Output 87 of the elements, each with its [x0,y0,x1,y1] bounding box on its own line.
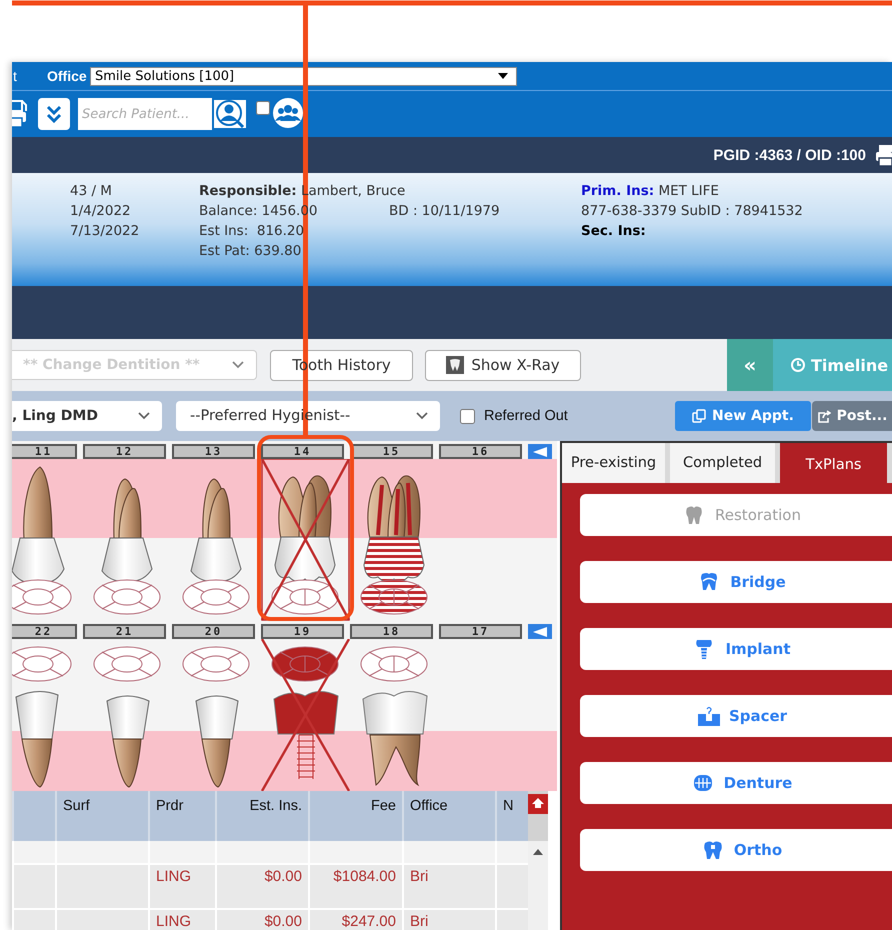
insurance-detail: 877-638-3379 SubID : 78941532 [581,202,803,221]
search-field[interactable]: Search Patient... [78,98,212,130]
table-cell: Bri [402,863,495,908]
table-cell: $1084.00 [308,863,402,908]
x-ray-icon [446,356,464,374]
table-cell: LING [148,908,215,930]
patient-detail: 1/4/2022 [70,202,131,221]
tooth-number[interactable]: 13 [172,444,255,459]
group-search-icon[interactable] [272,97,306,131]
treatment-button[interactable]: Ortho [580,829,892,871]
table-cell: $247.00 [308,908,402,930]
patient-detail: 7/13/2022 [70,222,140,241]
tooth-number[interactable]: 15 [350,444,433,459]
patient-search-button[interactable] [212,98,248,130]
tooth-drawing[interactable] [261,639,350,791]
treatment-button[interactable]: Denture [580,762,892,804]
caret-icon [498,73,508,79]
tooth-drawing[interactable] [261,459,350,621]
chevron-down-icon [232,361,244,369]
scroll-top-button[interactable] [528,794,548,814]
scrollbar[interactable] [528,841,548,930]
tooth-drawing[interactable] [182,478,250,614]
insurance-label: Prim. Ins: [581,183,654,199]
chevron-down-icon [138,412,150,420]
table-cell: $0.00 [215,863,308,908]
insurance-label: Sec. Ins: [581,222,646,241]
tooth-number[interactable]: 22 [12,624,77,639]
user-search-icon [215,100,245,128]
birth-date: BD : 10/11/1979 [389,203,500,219]
tooth-number[interactable]: 20 [172,624,255,639]
tooth-drawing[interactable] [360,475,428,614]
tooth-drawing[interactable] [12,466,72,614]
table-cell [12,863,55,908]
tooth-drawing[interactable] [360,646,428,786]
treatment-button[interactable]: Implant [580,628,892,670]
scroll-up-icon [533,849,543,855]
estimate-text: Est Pat: 639.80 [199,242,302,261]
record-ids: PGID :4363 / OID :100 [713,146,866,164]
tooth-number[interactable]: 16 [439,444,522,459]
post-button[interactable]: Post... [812,401,892,431]
patient-detail: 43 / M [70,182,112,201]
previous-button[interactable] [528,444,552,459]
tab[interactable]: TxPlans [780,443,887,483]
tooth-number[interactable]: 21 [83,624,166,639]
provider-select[interactable]: , Ling DMD [12,401,162,431]
table-cell: $0.00 [215,908,308,930]
gap-icon [698,706,720,726]
previous-button[interactable] [528,624,552,639]
tooth-number[interactable]: 12 [83,444,166,459]
checkbox-label: Referred Out [484,408,568,424]
tooth-number[interactable]: 19 [261,624,344,639]
copy-icon [692,409,706,423]
chevron-down-icon [416,412,428,420]
table-cell [495,841,528,863]
table-cell [12,841,55,863]
office-label: Office [47,68,88,84]
office-select[interactable]: Smile Solutions [100] [90,66,517,86]
clock-icon [791,358,805,372]
group-checkbox[interactable] [256,101,270,115]
denture-icon [692,772,715,794]
expand-button[interactable] [38,98,70,130]
tab[interactable]: Completed [670,443,776,483]
share-icon [816,410,831,422]
tooth-number[interactable]: 18 [350,624,433,639]
table-cell: LING [148,863,215,908]
table-cell [148,841,215,863]
menu-item[interactable]: t [13,68,47,84]
treatment-button[interactable]: Bridge [580,561,892,603]
x-ray-button[interactable]: Show X-Ray [425,350,581,380]
tab[interactable]: Pre-existing [562,443,666,483]
tooth-drawing[interactable] [182,646,250,788]
left-arrow-icon [533,446,547,456]
table-cell: Bri [402,908,495,930]
responsible-label: Responsible: [199,183,297,199]
insurance-name: MET LIFE [657,183,719,199]
left-arrow-icon [533,626,547,636]
up-arrow-icon [531,797,545,811]
double-chevron-icon [45,104,63,124]
tooth-drawing[interactable] [12,646,72,788]
new-appointment-button[interactable]: New Appt. [675,401,811,431]
tooth-drawing[interactable] [94,478,160,614]
tooth-number[interactable]: 17 [439,624,522,639]
referred-out-checkbox[interactable] [460,408,475,424]
treatment-button[interactable]: Spacer [580,695,892,737]
tooth-number[interactable]: 11 [12,444,77,459]
tooth-drawing[interactable] [94,646,160,788]
tooth-number[interactable]: 14 [261,444,344,459]
